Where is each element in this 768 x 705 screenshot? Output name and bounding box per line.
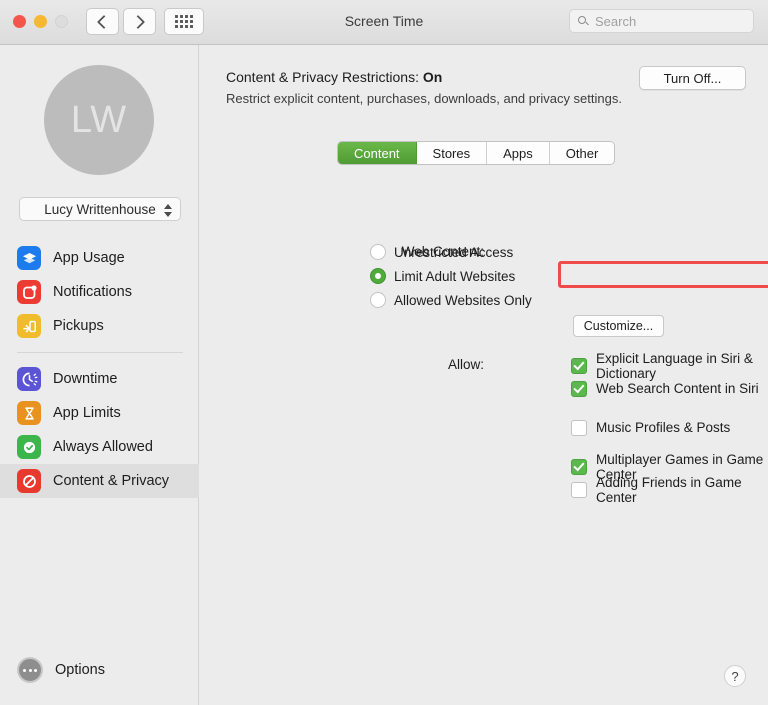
- sidebar-item-label: App Limits: [53, 405, 121, 421]
- sidebar-item-app-limits[interactable]: App Limits: [0, 396, 199, 430]
- sidebar-item-notifications[interactable]: Notifications: [0, 275, 199, 309]
- sidebar-item-always-allowed[interactable]: Always Allowed: [0, 430, 199, 464]
- sidebar-item-label: Notifications: [53, 284, 132, 300]
- search-icon: [578, 15, 589, 27]
- customize-button[interactable]: Customize...: [573, 315, 664, 337]
- prohibition-icon: [17, 469, 41, 493]
- restriction-subtitle: Restrict explicit content, purchases, do…: [226, 91, 622, 106]
- radio-label: Allowed Websites Only: [394, 292, 532, 308]
- restriction-status-value: On: [422, 69, 443, 85]
- sidebar-item-pickups[interactable]: Pickups: [0, 309, 199, 343]
- radio-unrestricted-access[interactable]: Unrestricted Access: [370, 240, 532, 264]
- content-category-tabs: Content Stores Apps Other: [337, 141, 616, 165]
- search-field[interactable]: [569, 9, 754, 33]
- sidebar-item-label: Always Allowed: [53, 439, 153, 455]
- sidebar: LW Lucy Writtenhouse App Usage Notificat…: [0, 45, 199, 705]
- tab-other[interactable]: Other: [549, 142, 615, 164]
- sidebar-item-label: Content & Privacy: [53, 473, 170, 489]
- allow-checkbox-group-game-center: Multiplayer Games in Game Center Adding …: [571, 452, 768, 505]
- checkbox-checked[interactable]: [571, 380, 587, 397]
- radio-limit-adult-websites[interactable]: Limit Adult Websites: [370, 264, 532, 288]
- restriction-status: Content & Privacy Restrictions: On: [226, 69, 442, 85]
- checkbox-adding-friends[interactable]: Adding Friends in Game Center: [571, 475, 768, 505]
- tab-stores[interactable]: Stores: [416, 142, 488, 164]
- main-content: Content & Privacy Restrictions: On Restr…: [200, 45, 768, 705]
- restriction-status-prefix: Content & Privacy Restrictions:: [226, 69, 423, 85]
- sidebar-divider: [17, 352, 183, 353]
- sidebar-item-label: Downtime: [53, 371, 118, 387]
- sidebar-item-label: App Usage: [53, 250, 125, 266]
- sidebar-item-downtime[interactable]: Downtime: [0, 362, 199, 396]
- web-content-radio-group: Unrestricted Access Limit Adult Websites…: [370, 240, 532, 312]
- notification-icon: [17, 280, 41, 304]
- checkbox-label: Explicit Language in Siri & Dictionary: [596, 350, 753, 381]
- sidebar-item-label: Pickups: [53, 318, 104, 334]
- downtime-icon: [17, 367, 41, 391]
- options-button[interactable]: Options: [17, 657, 105, 683]
- radio-button[interactable]: [370, 292, 386, 308]
- radio-allowed-websites-only[interactable]: Allowed Websites Only: [370, 288, 532, 312]
- layers-icon: [17, 246, 41, 270]
- sidebar-item-app-usage[interactable]: App Usage: [0, 241, 199, 275]
- user-select-popup[interactable]: Lucy Writtenhouse: [19, 197, 181, 221]
- checkbox-label: Web Search Content in Siri: [596, 381, 759, 396]
- pickup-icon: [17, 314, 41, 338]
- turn-off-button[interactable]: Turn Off...: [639, 66, 746, 90]
- radio-button-selected[interactable]: [370, 268, 386, 284]
- hourglass-icon: [17, 401, 41, 425]
- allow-checkbox-group-music: Music Profiles & Posts: [571, 416, 730, 439]
- options-label: Options: [55, 662, 105, 678]
- checkbox-checked[interactable]: [571, 357, 587, 374]
- checkbox-checked[interactable]: [571, 458, 587, 475]
- annotation-highlight-box: [558, 261, 768, 288]
- radio-label: Unrestricted Access: [394, 244, 514, 260]
- checkbox-label: Adding Friends in Game Center: [596, 474, 742, 505]
- allow-label: Allow:: [447, 357, 484, 372]
- screen-time-window: Screen Time LW Lucy Writtenhouse: [0, 0, 768, 705]
- checkbox-web-search-content[interactable]: Web Search Content in Siri: [571, 377, 768, 400]
- checkbox-explicit-language[interactable]: Explicit Language in Siri & Dictionary: [571, 351, 768, 381]
- sidebar-nav-list: App Usage Notifications Pickups Downtime…: [0, 241, 199, 498]
- checkbox-music-profiles[interactable]: Music Profiles & Posts: [571, 416, 730, 439]
- ellipsis-circle-icon: [17, 657, 43, 683]
- check-badge-icon: [17, 435, 41, 459]
- checkbox-unchecked[interactable]: [571, 419, 587, 436]
- user-name-label: Lucy Writtenhouse: [44, 201, 156, 217]
- help-button[interactable]: ?: [724, 665, 746, 687]
- search-input[interactable]: [595, 13, 745, 29]
- tab-apps[interactable]: Apps: [487, 142, 550, 164]
- radio-button[interactable]: [370, 244, 386, 260]
- allow-checkbox-group-siri: Explicit Language in Siri & Dictionary W…: [571, 351, 768, 400]
- sidebar-item-content-privacy[interactable]: Content & Privacy: [0, 464, 199, 498]
- avatar: LW: [44, 65, 154, 175]
- chevron-updown-icon: [163, 201, 172, 219]
- window-titlebar: Screen Time: [0, 0, 768, 45]
- checkbox-unchecked[interactable]: [571, 481, 587, 498]
- radio-label: Limit Adult Websites: [394, 268, 516, 284]
- tab-content[interactable]: Content: [338, 142, 417, 164]
- checkbox-label: Music Profiles & Posts: [596, 420, 731, 435]
